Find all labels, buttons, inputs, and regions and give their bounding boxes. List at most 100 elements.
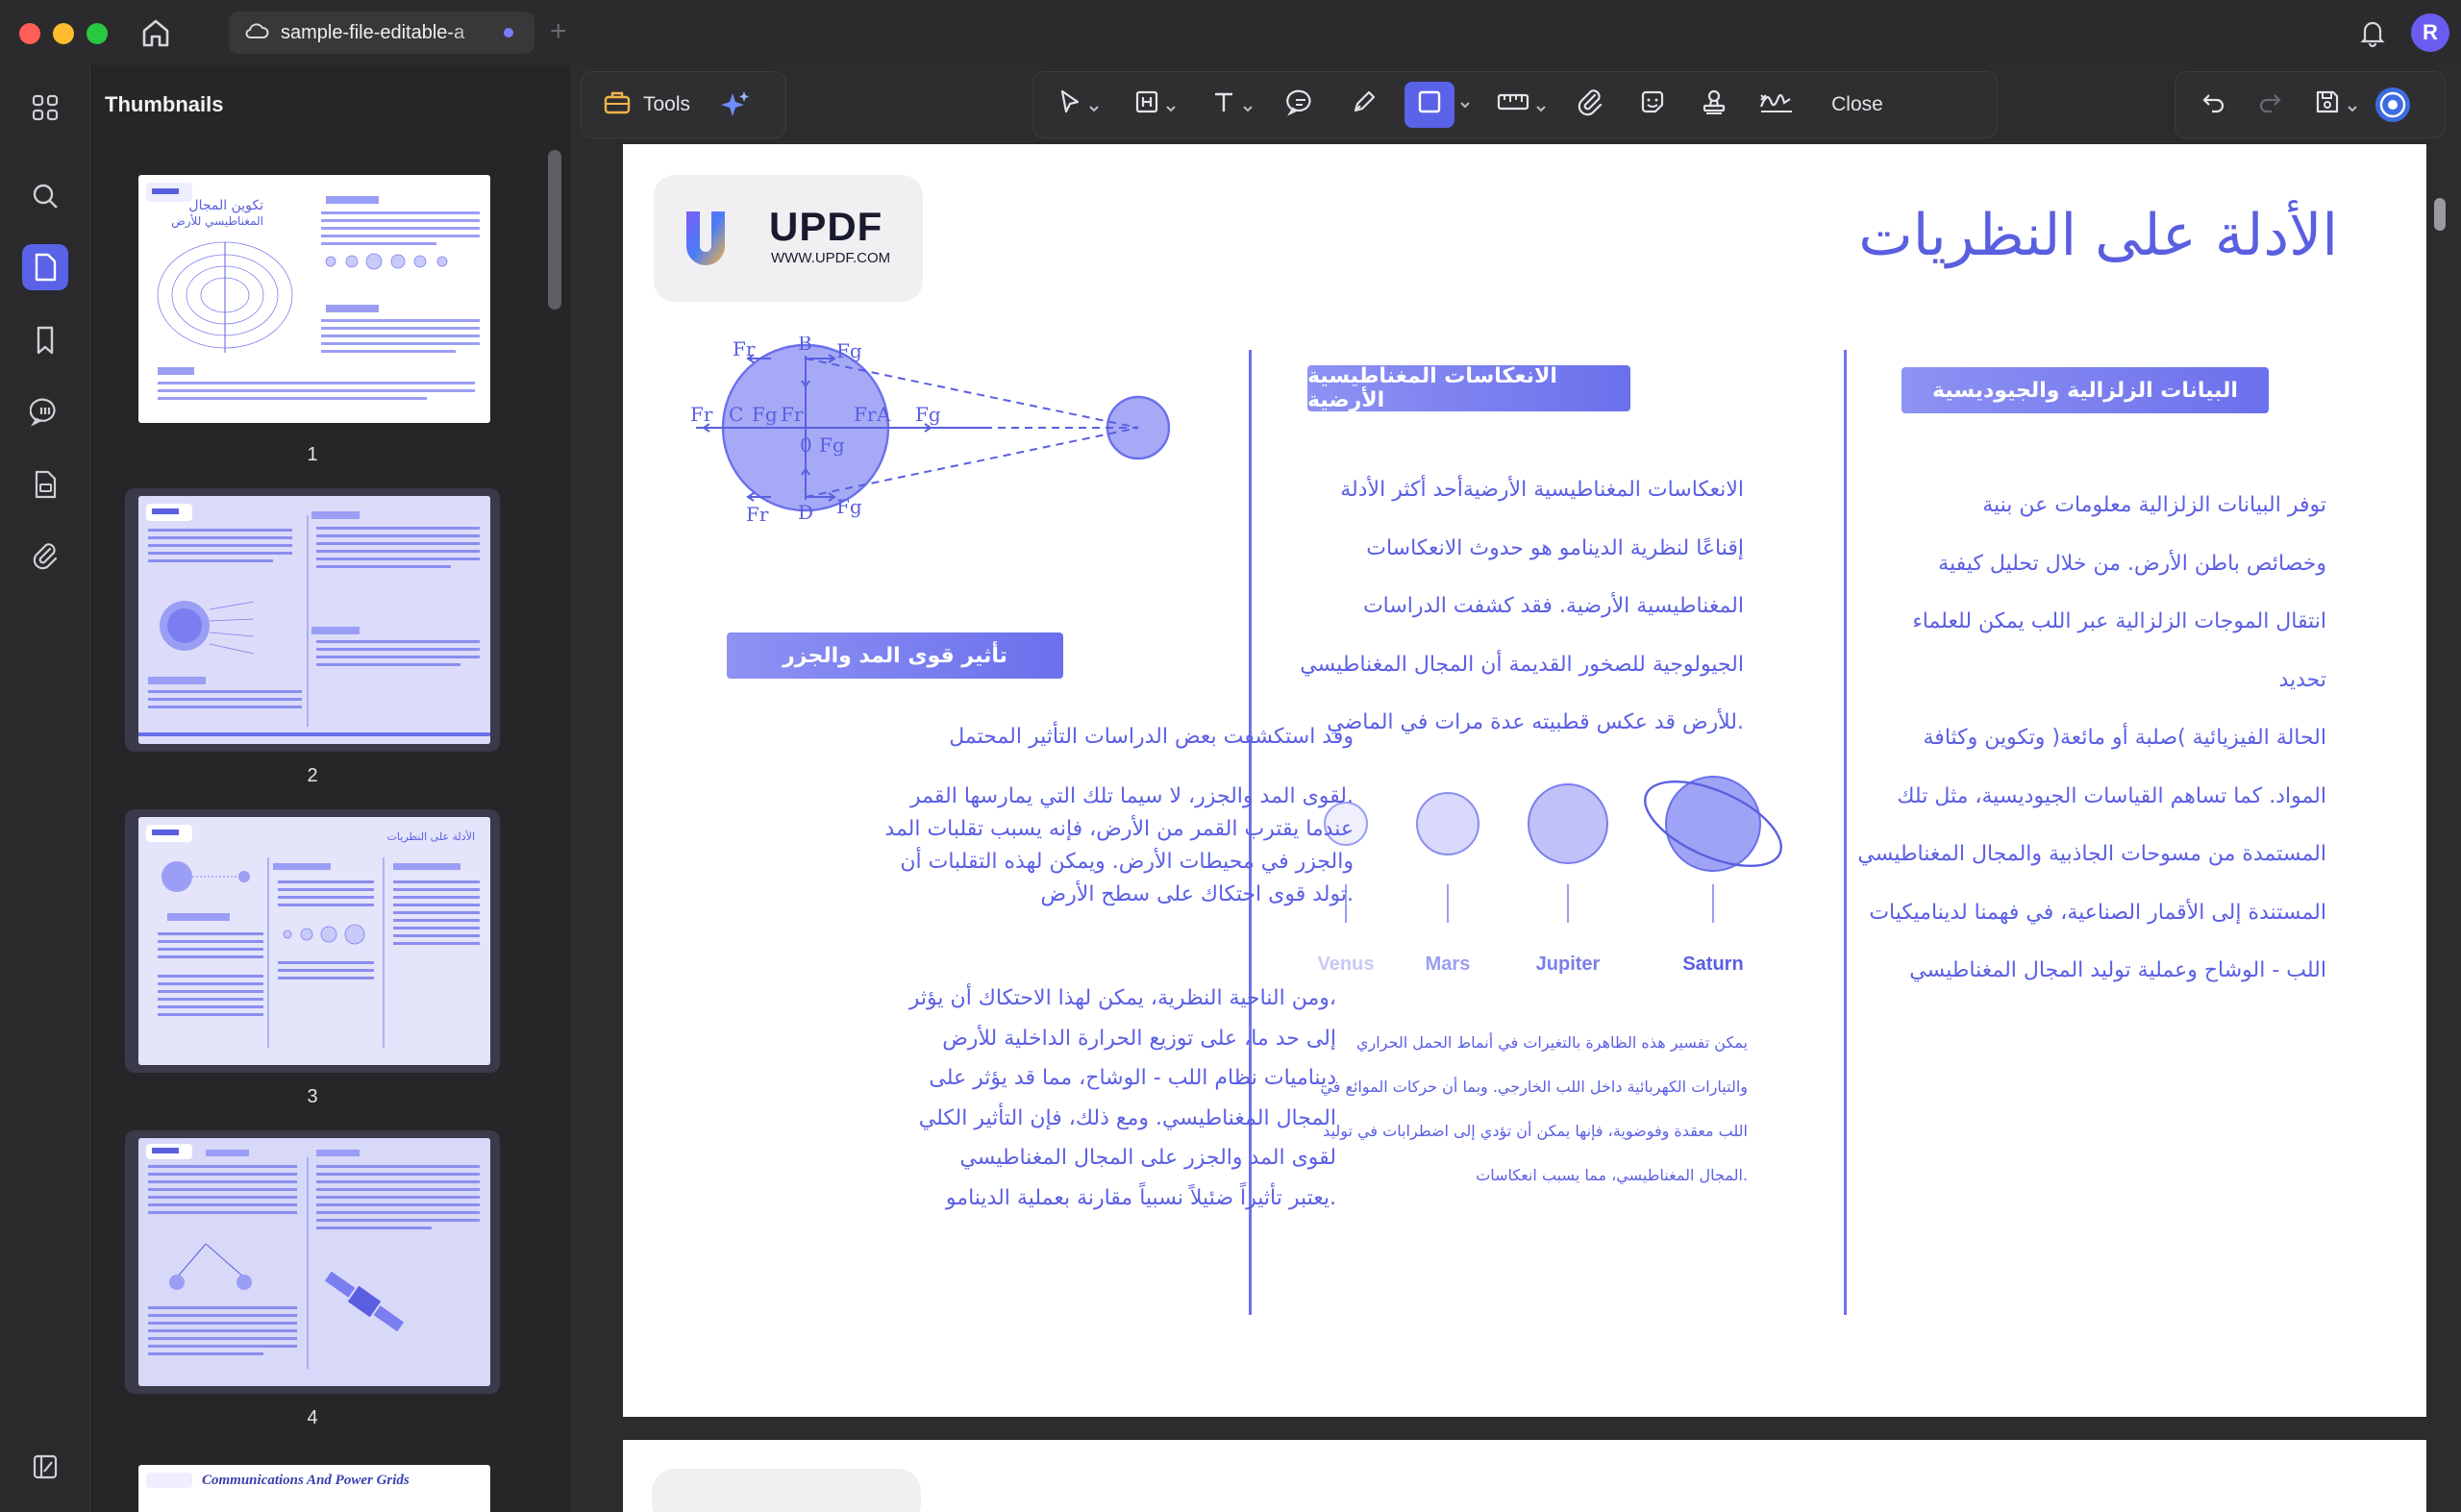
- stamp-tool-button[interactable]: [1693, 82, 1735, 128]
- avatar[interactable]: R: [2411, 13, 2449, 52]
- shape-options-chevron-icon[interactable]: [1458, 98, 1472, 112]
- diagram-label-d: D: [798, 501, 813, 524]
- comment-list-icon[interactable]: [22, 388, 68, 434]
- logo-url: WWW.UPDF.COM: [771, 250, 891, 266]
- stamp-icon: [1700, 87, 1728, 122]
- chevron-down-icon: [1087, 98, 1101, 112]
- measure-tool-button[interactable]: [1491, 82, 1553, 128]
- document-scrollbar[interactable]: [2434, 198, 2446, 231]
- text-line: اللب - الوشاح وعملية توليد المجال المغنا…: [1909, 958, 2326, 982]
- minimize-window-button[interactable]: [53, 23, 74, 44]
- sticker-tool-button[interactable]: [1631, 82, 1674, 128]
- pdf-page-next[interactable]: [623, 1440, 2426, 1512]
- text-line: المغناطيسية الأرضية. فقد كشفت الدراسات: [1362, 594, 1744, 618]
- pdf-page[interactable]: UPDF WWW.UPDF.COM الأدلة على النظريات ال…: [623, 144, 2426, 1417]
- attachment-icon[interactable]: [22, 533, 68, 579]
- cloud-icon: [244, 21, 269, 45]
- page-thumbnail-2[interactable]: 2: [125, 488, 500, 787]
- reversals-note: يمكن تفسير هذه الظاهرة بالتغيرات في أنما…: [1320, 1021, 1748, 1198]
- text-line: وخصائص باطن الأرض. من خلال تحليل كيفية: [1938, 551, 2326, 576]
- search-icon[interactable]: [22, 173, 68, 219]
- attach-file-button[interactable]: [1570, 82, 1612, 128]
- tools-button[interactable]: Tools: [603, 82, 690, 128]
- comment-icon: [1286, 87, 1315, 122]
- thumbnails-panel: Thumbnails تكوين المجال المغناطيسي للأرض: [90, 65, 571, 1512]
- undo-icon: [2200, 87, 2228, 122]
- text-line: المستندة إلى الأقمار الصناعية، في فهمنا …: [1869, 900, 2326, 925]
- tidal-forces-diagram: Fr B Fg Fr C Fg Fr 0 Fg Fr A Fg Fr D Fg: [690, 336, 1171, 526]
- redo-icon: [2255, 87, 2284, 122]
- section-label-tidal: تأثير قوى المد والجزر: [727, 632, 1063, 679]
- text-line: المجال المغناطيسي. ومع ذلك، فإن التأثير …: [918, 1105, 1336, 1130]
- title-bar: sample-file-editable-a + R: [0, 0, 2461, 65]
- ai-assistant-icon[interactable]: [2372, 82, 2414, 128]
- undo-button[interactable]: [2193, 82, 2235, 128]
- text-line: اللب معقدة وفوضوية، فإنها يمكن أن تؤدي إ…: [1323, 1122, 1748, 1140]
- diagram-label-fr: Fr: [854, 403, 877, 426]
- page-thumbnails-icon[interactable]: [22, 244, 68, 290]
- planets-diagram: [1324, 776, 1782, 923]
- diagram-label-o: 0: [800, 434, 812, 457]
- ai-sparkle-icon[interactable]: [715, 82, 754, 128]
- text-line: .للأرض قد عكس قطبيته عدة مرات في الماضي: [1327, 710, 1744, 734]
- sidebar-toggle-icon[interactable]: [22, 1444, 68, 1490]
- page-preview: [138, 496, 490, 744]
- signature-tool-button[interactable]: [1753, 82, 1801, 128]
- page-thumbnail-4[interactable]: 4: [125, 1130, 500, 1429]
- text-line: والتيارات الكهربائية داخل اللب الخارجي. …: [1320, 1078, 1748, 1096]
- updf-logo-icon: [686, 211, 725, 265]
- text-line: تحديد: [2278, 667, 2326, 692]
- text-tool-button[interactable]: [1205, 82, 1260, 128]
- text-line: .لقوى المد والجزر، لا سيما تلك التي يمار…: [910, 784, 1354, 808]
- planet-label-mars: Mars: [1425, 954, 1471, 975]
- text-line: يمكن تفسير هذه الظاهرة بالتغيرات في أنما…: [1356, 1033, 1748, 1052]
- toolbox-icon: [603, 87, 632, 122]
- page-number: 2: [307, 765, 318, 786]
- paperclip-icon: [1577, 87, 1605, 122]
- diagram-label-fg: Fg: [836, 339, 862, 362]
- diagram-label-fr: Fr: [733, 337, 756, 360]
- diagram-label-fg: Fg: [915, 403, 941, 426]
- redo-button[interactable]: [2249, 82, 2291, 128]
- diagram-label-fg: Fg: [752, 403, 778, 426]
- planet-label-venus: Venus: [1317, 954, 1375, 975]
- thumbnails-scrollbar[interactable]: [548, 150, 561, 310]
- updf-logo: [652, 1469, 921, 1512]
- bookmark-icon[interactable]: [22, 317, 68, 363]
- page-thumbnail-5[interactable]: Communications And Power Grids: [125, 1457, 500, 1512]
- save-button[interactable]: [2308, 82, 2364, 128]
- document-tab[interactable]: sample-file-editable-a: [229, 12, 534, 54]
- page-preview: تكوين المجال المغناطيسي للأرض: [138, 175, 490, 423]
- text-line: الحالة الفيزيائية )صلبة أو مائعة( وتكوين…: [1923, 726, 2326, 750]
- page-thumbnail-3[interactable]: الأدلة على النظريات 3: [125, 809, 500, 1108]
- text-line: المستمدة من مسوحات الجاذبية والمجال المغ…: [1857, 842, 2326, 866]
- close-toolbar-button[interactable]: Close: [1824, 82, 1891, 128]
- apps-icon[interactable]: [22, 85, 68, 131]
- pen-tool-button[interactable]: [1343, 82, 1385, 128]
- close-window-button[interactable]: [19, 23, 40, 44]
- document-info-icon[interactable]: [22, 461, 68, 508]
- signature-icon: [1757, 87, 1796, 122]
- tidal-paragraph-1: .لقوى المد والجزر، لا سيما تلك التي يمار…: [884, 781, 1354, 911]
- highlighter-icon: [1133, 88, 1160, 121]
- cursor-icon: [1056, 88, 1083, 121]
- home-icon[interactable]: [137, 15, 175, 50]
- comment-tool-button[interactable]: [1280, 82, 1322, 128]
- svg-text:تكوين المجال: تكوين المجال: [188, 198, 263, 213]
- text-line: المواد. كما تساهم القياسات الجيوديسية، م…: [1897, 783, 2326, 808]
- bell-icon[interactable]: [2353, 13, 2392, 52]
- new-tab-button[interactable]: +: [550, 15, 567, 48]
- page-preview: Communications And Power Grids: [138, 1465, 490, 1512]
- updf-logo: UPDF WWW.UPDF.COM: [654, 175, 923, 302]
- zoom-window-button[interactable]: [87, 23, 108, 44]
- page-thumbnail-1[interactable]: تكوين المجال المغناطيسي للأرض 1: [125, 167, 500, 466]
- save-icon: [2313, 87, 2342, 122]
- text-line: توفر البيانات الزلزالية معلومات عن بنية: [1982, 493, 2326, 517]
- shape-tool-button[interactable]: [1405, 82, 1454, 128]
- column-divider: [1844, 350, 1847, 1315]
- diagram-label-fr: Fr: [781, 403, 804, 426]
- highlight-tool-button[interactable]: [1128, 82, 1183, 128]
- chevron-down-icon: [1241, 98, 1255, 112]
- select-tool-button[interactable]: [1051, 82, 1106, 128]
- sticker-icon: [1638, 87, 1667, 122]
